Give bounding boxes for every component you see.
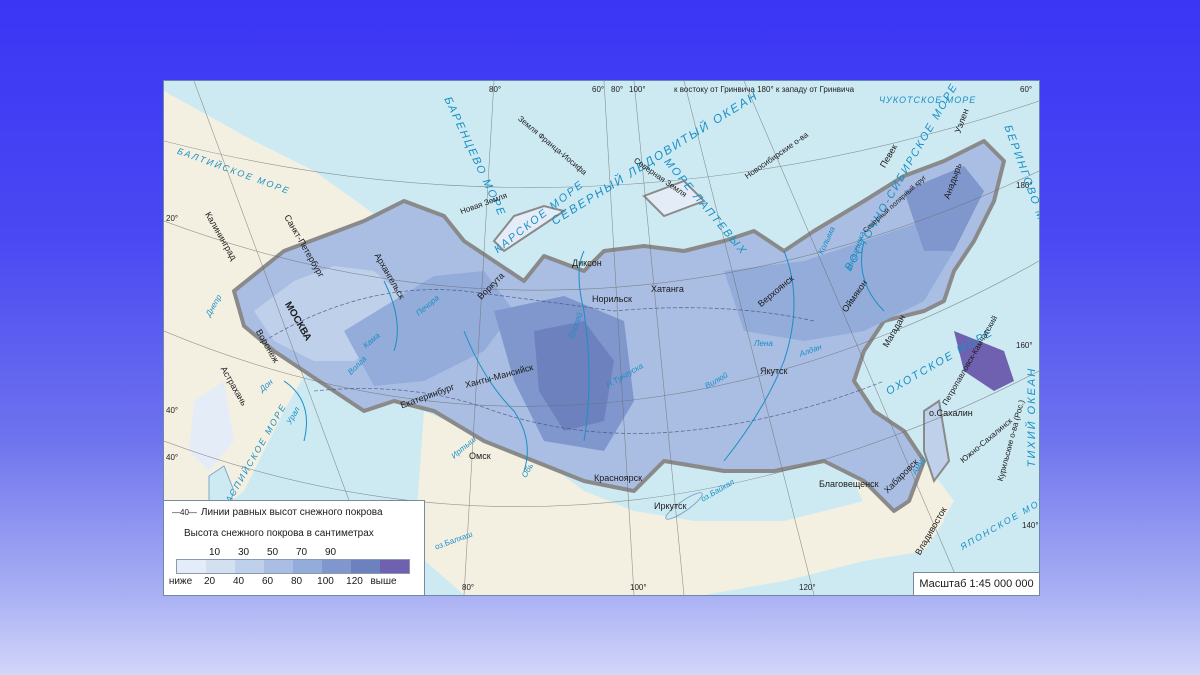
legend-value: 60 — [261, 576, 274, 587]
degree-label: 40° — [166, 406, 179, 415]
city-label: Хатанга — [651, 284, 684, 294]
degree-label: 100° — [630, 583, 647, 592]
legend-value: 100 — [317, 576, 334, 587]
legend-bottom-values: ниже 20 40 60 80 100 120 выше — [166, 576, 398, 587]
legend-value: 70 — [295, 547, 308, 558]
legend: —40— Линии равных высот снежного покрова… — [164, 500, 425, 595]
city-label: Красноярск — [594, 473, 643, 483]
isoline-sample: —40— — [172, 508, 197, 517]
degree-label: 60° — [1020, 85, 1033, 94]
meridian-note: к востоку от Гринвича 180° к западу от Г… — [674, 85, 855, 94]
legend-value: 30 — [237, 547, 250, 558]
degree-label: 120° — [799, 583, 816, 592]
legend-value: 50 — [266, 547, 279, 558]
legend-value: 20 — [203, 576, 216, 587]
legend-value: 90 — [324, 547, 337, 558]
legend-value: 120 — [346, 576, 363, 587]
degree-label: 20° — [166, 214, 179, 223]
legend-swatch — [380, 560, 409, 573]
legend-swatch — [177, 560, 206, 573]
degree-label: 140° — [1022, 521, 1039, 530]
map-scale: Масштаб 1:45 000 000 — [913, 572, 1039, 595]
city-label: Якутск — [760, 366, 788, 376]
degree-label: 100° — [629, 85, 646, 94]
sea-label: ТИХИЙ ОКЕАН — [1026, 366, 1039, 468]
legend-swatch — [322, 560, 351, 573]
legend-color-bar — [176, 559, 410, 574]
legend-swatch — [351, 560, 380, 573]
sea-label: ЧУКОТСКОЕ МОРЕ — [879, 95, 977, 105]
isoline-label: Линии равных высот снежного покрова — [200, 507, 383, 518]
isoline-legend: —40— Линии равных высот снежного покрова — [172, 507, 383, 518]
legend-value: выше — [370, 576, 397, 587]
legend-swatch — [264, 560, 293, 573]
legend-swatch — [235, 560, 264, 573]
city-label: Благовещенск — [819, 479, 879, 489]
city-label: Иркутск — [654, 501, 687, 511]
snow-cover-map: 80° 60° 80° 100° к востоку от Гринвича 1… — [163, 80, 1040, 596]
degree-label: 80° — [462, 583, 475, 592]
island-label: о.Сахалин — [929, 408, 973, 418]
legend-swatch — [293, 560, 322, 573]
city-label: Диксон — [572, 258, 602, 268]
legend-swatch — [206, 560, 235, 573]
legend-title: Высота снежного покрова в сантиметрах — [184, 528, 374, 539]
legend-value: 10 — [208, 547, 221, 558]
city-label: Омск — [469, 451, 491, 461]
degree-label: 40° — [166, 453, 179, 462]
river-label: Лена — [754, 339, 773, 348]
legend-value: 80 — [290, 576, 303, 587]
degree-label: 80° — [611, 85, 624, 94]
degree-label: 60° — [592, 85, 605, 94]
legend-value: ниже — [168, 576, 193, 587]
city-label: Норильск — [592, 294, 632, 304]
legend-value: 40 — [232, 576, 245, 587]
legend-top-values: 10 30 50 70 90 — [200, 547, 345, 558]
degree-label: 80° — [489, 85, 502, 94]
degree-label: 160° — [1016, 341, 1033, 350]
